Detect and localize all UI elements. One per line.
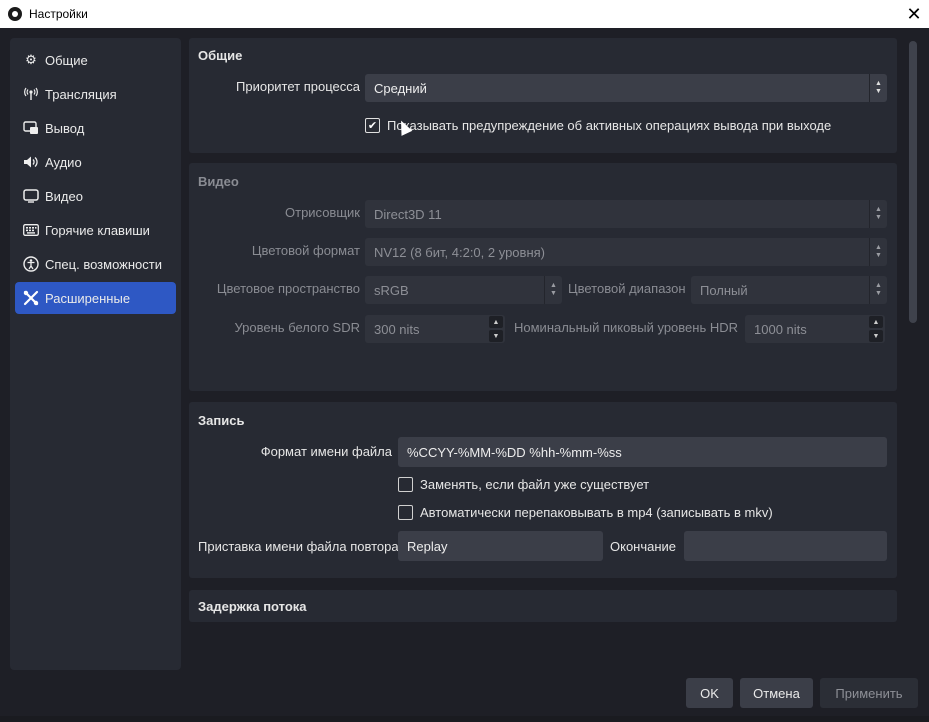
chevron-updown-icon: ▲ ▼ (869, 74, 887, 102)
filename-format-input[interactable]: %CCYY-%MM-%DD %hh-%mm-%ss (398, 437, 887, 467)
sidebar-item-accessibility[interactable]: Спец. возможности (15, 248, 176, 280)
sidebar-item-advanced[interactable]: Расширенные (15, 282, 176, 314)
replay-prefix-label: Приставка имени файла повтора (198, 539, 399, 554)
color-format-value: NV12 (8 бит, 4:2:0, 2 уровня) (374, 244, 545, 260)
hdr-peak-value: 1000 nits (754, 321, 807, 337)
warn-active-outputs-checkbox[interactable]: ✔ Показывать предупреждение об активных … (365, 118, 831, 133)
renderer-select[interactable]: Direct3D 11 ▲ ▼ (365, 200, 887, 228)
sidebar-item-label: Общие (45, 52, 88, 68)
renderer-label: Отрисовщик (285, 205, 360, 220)
spin-up-icon[interactable]: ▲ (869, 316, 883, 328)
chevron-updown-icon: ▲ ▼ (869, 200, 887, 228)
sidebar-item-audio[interactable]: Аудио (15, 146, 176, 178)
color-range-label: Цветовой диапазон (568, 281, 686, 296)
color-space-label: Цветовое пространство (216, 281, 360, 296)
content-scrollbar[interactable] (907, 38, 919, 670)
sidebar-item-output[interactable]: Вывод (15, 112, 176, 144)
sidebar-item-label: Аудио (45, 154, 82, 170)
window-title: Настройки (29, 7, 88, 21)
settings-sidebar: ⚙ Общие Трансляция Вывод Аудио Видео Гор… (10, 38, 181, 670)
close-icon[interactable]: ✕ (899, 0, 929, 28)
sidebar-item-hotkeys[interactable]: Горячие клавиши (15, 214, 176, 246)
warn-active-outputs-label: Показывать предупреждение об активных оп… (387, 118, 832, 133)
sdr-white-value: 300 nits (374, 321, 420, 337)
color-format-label: Цветовой формат (251, 243, 360, 258)
general-title: Общие (198, 48, 243, 63)
overwrite-label: Заменять, если файл уже существует (420, 477, 650, 492)
spin-down-icon[interactable]: ▼ (489, 330, 503, 342)
cancel-button[interactable]: Отмена (740, 678, 813, 708)
gear-icon: ⚙ (25, 52, 37, 67)
obs-logo-icon (8, 7, 22, 21)
output-icon (23, 120, 39, 136)
chevron-updown-icon: ▲ ▼ (869, 276, 887, 304)
overwrite-checkbox[interactable]: Заменять, если файл уже существует (398, 477, 649, 492)
priority-select[interactable]: Средний ▲ ▼ (365, 74, 887, 102)
sidebar-item-label: Спец. возможности (45, 256, 162, 272)
apply-button[interactable]: Применить (820, 678, 918, 708)
stream-delay-title: Задержка потока (198, 599, 307, 614)
chevron-updown-icon: ▲ ▼ (869, 238, 887, 266)
accessibility-icon (23, 256, 39, 272)
video-title: Видео (198, 174, 239, 189)
sidebar-item-stream[interactable]: Трансляция (15, 78, 176, 110)
sdr-white-spinbox[interactable]: 300 nits ▲ ▼ (365, 315, 505, 343)
speaker-icon (23, 154, 39, 170)
renderer-value: Direct3D 11 (374, 206, 442, 222)
title-bar: Настройки ✕ (0, 0, 929, 28)
priority-label: Приоритет процесса (236, 79, 360, 94)
sidebar-item-label: Видео (45, 188, 83, 204)
chevron-updown-icon: ▲ ▼ (544, 276, 562, 304)
general-group: Общие Приоритет процесса Средний ▲ ▼ ✔ По… (189, 38, 897, 153)
sidebar-item-general[interactable]: ⚙ Общие (15, 44, 176, 76)
color-range-value: Полный (700, 282, 748, 298)
tools-icon (23, 290, 39, 306)
settings-content: Общие Приоритет процесса Средний ▲ ▼ ✔ По… (181, 38, 906, 670)
video-group: Видео Отрисовщик Direct3D 11 ▲ ▼ Цветовой… (189, 163, 897, 391)
color-space-select[interactable]: sRGB ▲ ▼ (365, 276, 562, 304)
replay-prefix-input[interactable]: Replay (398, 531, 603, 561)
hdr-peak-spinbox[interactable]: 1000 nits ▲ ▼ (745, 315, 885, 343)
stream-delay-group: Задержка потока (189, 590, 897, 622)
remux-checkbox[interactable]: Автоматически перепаковывать в mp4 (запи… (398, 505, 773, 520)
suffix-input[interactable] (684, 531, 887, 561)
sdr-white-label: Уровень белого SDR (234, 320, 361, 335)
suffix-label: Окончание (610, 539, 677, 554)
priority-value: Средний (374, 80, 427, 96)
sidebar-item-label: Вывод (45, 120, 85, 136)
recording-group: Запись Формат имени файла %CCYY-%MM-%DD … (189, 402, 897, 578)
checkbox-box (398, 477, 413, 492)
checkmark-icon: ✔ (365, 118, 380, 133)
sidebar-item-video[interactable]: Видео (15, 180, 176, 212)
color-range-select[interactable]: Полный ▲ ▼ (691, 276, 887, 304)
sidebar-item-label: Горячие клавиши (45, 222, 150, 238)
color-format-select[interactable]: NV12 (8 бит, 4:2:0, 2 уровня) ▲ ▼ (365, 238, 887, 266)
filename-format-label: Формат имени файла (260, 444, 392, 459)
ok-button[interactable]: OK (686, 678, 733, 708)
scrollbar-thumb[interactable] (909, 41, 917, 323)
keyboard-icon (23, 222, 39, 238)
sidebar-item-label: Трансляция (45, 86, 117, 102)
sidebar-item-label: Расширенные (45, 290, 131, 306)
monitor-icon (23, 188, 39, 204)
recording-title: Запись (198, 413, 245, 428)
spin-down-icon[interactable]: ▼ (869, 330, 883, 342)
checkbox-box (398, 505, 413, 520)
spin-up-icon[interactable]: ▲ (489, 316, 503, 328)
taskbar-strip (0, 716, 929, 722)
color-space-value: sRGB (374, 282, 409, 298)
remux-label: Автоматически перепаковывать в mp4 (запи… (420, 505, 773, 520)
broadcast-icon (23, 86, 39, 102)
hdr-peak-label: Номинальный пиковый уровень HDR (514, 320, 739, 335)
